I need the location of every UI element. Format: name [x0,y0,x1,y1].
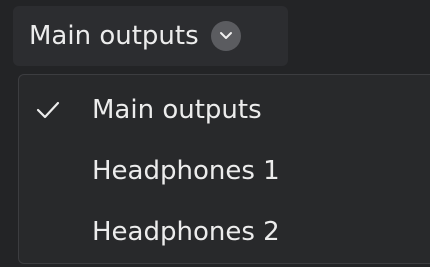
menu-item-label: Headphones 1 [92,156,280,186]
checkmark-icon [35,97,61,123]
menu-item-label: Headphones 2 [92,217,280,247]
menu-item-label: Main outputs [92,95,262,125]
chevron-down-icon[interactable] [210,21,241,51]
output-selector-label: Main outputs [29,21,199,51]
output-selector-button[interactable]: Main outputs [13,6,288,66]
menu-item-main-outputs[interactable]: Main outputs [19,81,430,139]
menu-item-headphones-2[interactable]: Headphones 2 [19,203,430,261]
menu-item-headphones-1[interactable]: Headphones 1 [19,142,430,200]
output-dropdown-menu: Main outputs Headphones 1 Headphones 2 [18,74,430,264]
